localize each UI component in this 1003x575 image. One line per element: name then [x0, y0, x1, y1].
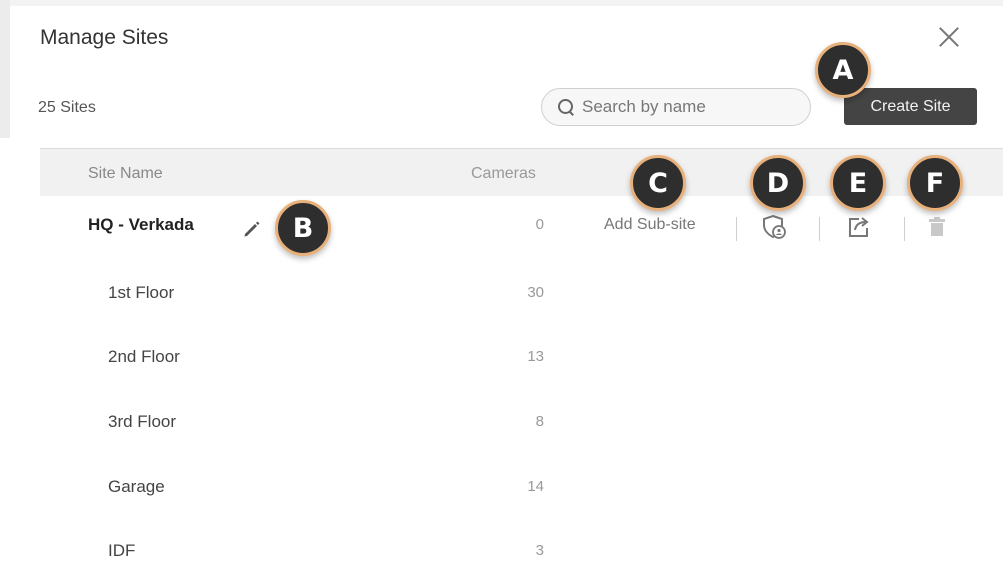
- site-name: 3rd Floor: [108, 412, 177, 431]
- shield-user-icon[interactable]: [760, 213, 788, 241]
- callout-b: B: [275, 200, 331, 256]
- callout-d: D: [750, 155, 806, 211]
- callout-e: E: [830, 155, 886, 211]
- camera-count: 8: [535, 413, 544, 430]
- divider: [736, 217, 737, 241]
- camera-count: 30: [527, 284, 544, 301]
- table-row[interactable]: 1st Floor 30: [0, 271, 1003, 321]
- add-subsite-button[interactable]: Add Sub-site: [604, 216, 696, 234]
- camera-count: 0: [535, 216, 544, 233]
- table-row[interactable]: IDF 3: [0, 529, 1003, 575]
- divider: [819, 217, 820, 241]
- pencil-icon[interactable]: [242, 219, 262, 239]
- share-icon[interactable]: [845, 213, 873, 241]
- camera-count: 13: [527, 348, 544, 365]
- search-icon: [558, 99, 574, 115]
- site-name: 2nd Floor: [108, 347, 180, 366]
- divider: [904, 217, 905, 241]
- callout-a: A: [815, 42, 871, 98]
- callout-c: C: [630, 155, 686, 211]
- camera-count: 14: [527, 478, 544, 495]
- camera-count: 3: [535, 542, 544, 559]
- top-edge: [0, 0, 1003, 6]
- site-name: IDF: [108, 541, 136, 560]
- column-header-cameras[interactable]: Cameras: [471, 165, 536, 183]
- trash-icon[interactable]: [923, 213, 951, 241]
- site-name: Garage: [108, 477, 165, 496]
- site-name: 1st Floor: [108, 283, 175, 302]
- search-input[interactable]: [582, 97, 802, 117]
- callout-f: F: [907, 155, 963, 211]
- table-row[interactable]: 3rd Floor 8: [0, 400, 1003, 450]
- create-site-button[interactable]: Create Site: [844, 88, 977, 125]
- site-count: 25 Sites: [38, 99, 96, 116]
- left-edge: [0, 0, 10, 138]
- site-name: HQ - Verkada: [88, 215, 194, 234]
- table-row[interactable]: 2nd Floor 13: [0, 335, 1003, 385]
- column-header-site-name[interactable]: Site Name: [88, 165, 163, 183]
- manage-sites-dialog: Manage Sites 25 Sites Create Site Site N…: [0, 0, 1003, 575]
- dialog-title: Manage Sites: [40, 26, 169, 49]
- close-icon[interactable]: [934, 22, 964, 52]
- search-box[interactable]: [541, 88, 811, 126]
- table-row[interactable]: Garage 14: [0, 465, 1003, 515]
